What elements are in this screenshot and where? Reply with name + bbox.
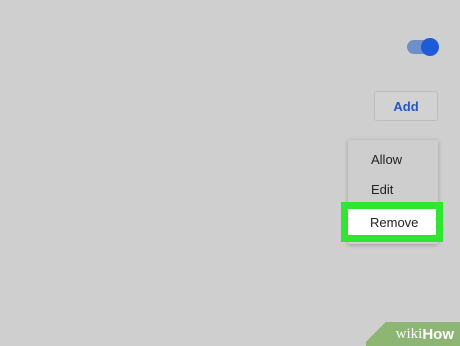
toggle-knob — [421, 38, 439, 56]
add-button[interactable]: Add — [374, 91, 438, 121]
menu-item-remove-label: Remove — [370, 214, 419, 230]
menu-item-allow[interactable]: Allow — [371, 152, 402, 167]
wikihow-logo: wiki How — [366, 322, 460, 346]
logo-how-text: How — [422, 325, 454, 343]
logo-wiki-text: wiki — [395, 325, 423, 342]
toggle-switch[interactable] — [407, 38, 439, 56]
menu-item-edit[interactable]: Edit — [371, 182, 393, 197]
menu-item-remove[interactable]: Remove — [341, 202, 443, 242]
